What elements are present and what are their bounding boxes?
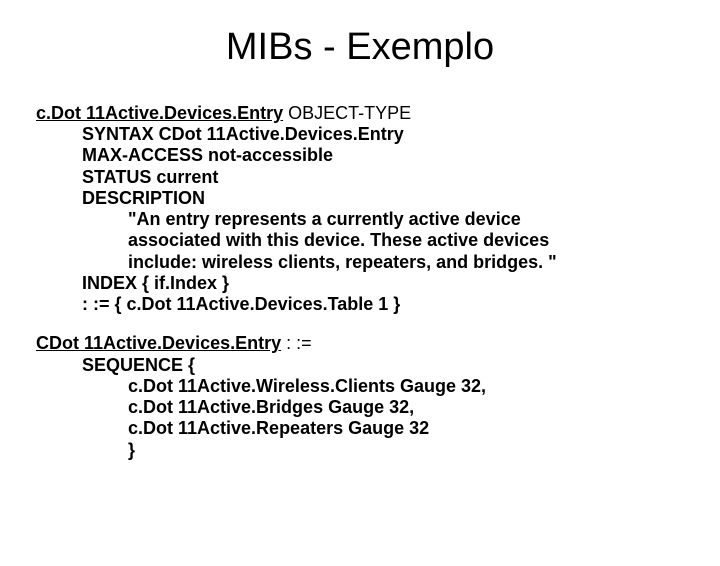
line: c.Dot 11Active.Devices.Entry OBJECT-TYPE bbox=[36, 103, 684, 124]
line: INDEX { if.Index } bbox=[36, 273, 684, 294]
spacer bbox=[36, 315, 684, 333]
mib-object-type-def: c.Dot 11Active.Devices.Entry OBJECT-TYPE… bbox=[36, 103, 684, 315]
line: associated with this device. These activ… bbox=[36, 230, 684, 251]
line: CDot 11Active.Devices.Entry : := bbox=[36, 333, 684, 354]
sequence-assign: : := bbox=[281, 333, 312, 353]
sequence-name: CDot 11Active.Devices.Entry bbox=[36, 333, 281, 353]
line: c.Dot 11Active.Bridges Gauge 32, bbox=[36, 397, 684, 418]
line: SEQUENCE { bbox=[36, 355, 684, 376]
line: "An entry represents a currently active … bbox=[36, 209, 684, 230]
slide-title: MIBs - Exemplo bbox=[0, 26, 720, 69]
slide-body: c.Dot 11Active.Devices.Entry OBJECT-TYPE… bbox=[0, 103, 720, 461]
mib-sequence-def: CDot 11Active.Devices.Entry : := SEQUENC… bbox=[36, 333, 684, 460]
line: c.Dot 11Active.Repeaters Gauge 32 bbox=[36, 418, 684, 439]
object-type-kw: OBJECT-TYPE bbox=[283, 103, 411, 123]
line: STATUS current bbox=[36, 167, 684, 188]
line: : := { c.Dot 11Active.Devices.Table 1 } bbox=[36, 294, 684, 315]
line: DESCRIPTION bbox=[36, 188, 684, 209]
line: c.Dot 11Active.Wireless.Clients Gauge 32… bbox=[36, 376, 684, 397]
line: } bbox=[36, 440, 684, 461]
object-name: c.Dot 11Active.Devices.Entry bbox=[36, 103, 283, 123]
line: MAX-ACCESS not-accessible bbox=[36, 145, 684, 166]
line: SYNTAX CDot 11Active.Devices.Entry bbox=[36, 124, 684, 145]
slide: MIBs - Exemplo c.Dot 11Active.Devices.En… bbox=[0, 26, 720, 566]
line: include: wireless clients, repeaters, an… bbox=[36, 252, 684, 273]
